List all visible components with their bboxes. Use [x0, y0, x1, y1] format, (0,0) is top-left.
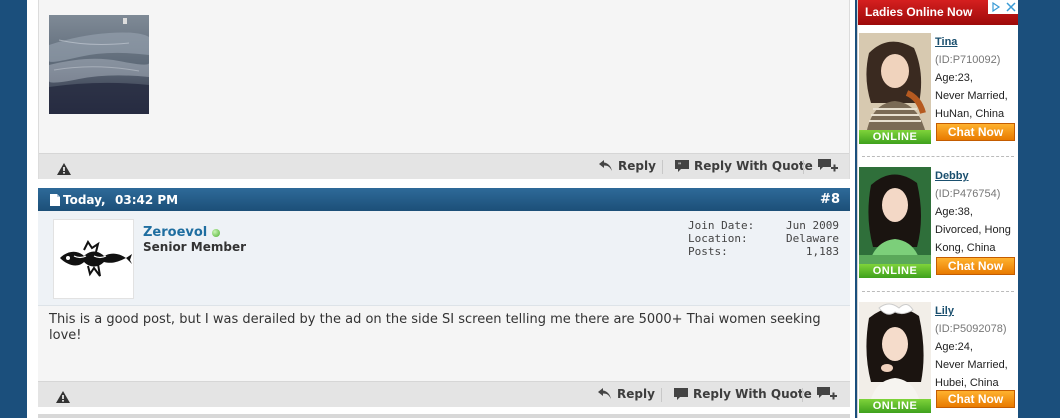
forum-column: Reply " Reply With Quote Today, 03:42 PM… — [27, 0, 855, 418]
reply-with-quote-label: Reply With Quote — [694, 159, 813, 173]
profile-photo[interactable] — [859, 167, 931, 264]
post-action-bar: Reply " Reply With Quote — [39, 153, 849, 179]
reply-button[interactable]: Reply — [598, 387, 655, 401]
multi-quote-button[interactable] — [817, 387, 837, 401]
username-link[interactable]: Zeroevol — [143, 225, 221, 240]
quote-bubble-icon: " — [675, 160, 689, 172]
document-icon — [50, 194, 60, 206]
profile-id: (ID:P710092) — [935, 54, 1001, 66]
post-message: This is a good post, but I was derailed … — [38, 306, 850, 382]
profile-name-link[interactable]: Lily — [935, 302, 1019, 320]
join-date-row: Join Date: Jun 2009 — [688, 219, 839, 232]
post-number-link[interactable]: #8 — [820, 192, 840, 207]
reply-arrow-icon — [598, 388, 611, 399]
profile-location: HuNan, China — [935, 108, 1005, 120]
profile-info: Debby (ID:P476754) Age:38, Divorced, Hon… — [935, 167, 1019, 257]
action-divider — [803, 160, 804, 174]
reply-label: Reply — [618, 159, 656, 173]
action-divider — [662, 160, 663, 174]
avatar[interactable] — [53, 219, 134, 299]
location-row: Location: Delaware — [688, 232, 839, 245]
profile-id: (ID:P476754) — [935, 188, 1001, 200]
profile-info: Tina (ID:P710092) Age:23, Never Married,… — [935, 33, 1019, 123]
previous-post: Reply " Reply With Quote — [38, 0, 850, 179]
ad-profile-card[interactable]: ONLINE Debby (ID:P476754) Age:38, Divorc… — [858, 167, 1018, 295]
online-badge: ONLINE — [859, 264, 931, 278]
reply-with-quote-label: Reply With Quote — [693, 387, 812, 401]
reply-label: Reply — [617, 387, 655, 401]
quote-bubble-icon — [674, 388, 688, 400]
action-divider — [661, 388, 662, 402]
profile-info: Lily (ID:P5092078) Age:24, Never Married… — [935, 302, 1019, 392]
post-image-thumbnail[interactable] — [49, 15, 149, 114]
profile-status: Never Married, — [935, 359, 1008, 371]
user-info-panel: Zeroevol Senior Member Join Date: Jun 20… — [38, 211, 850, 306]
user-stats: Join Date: Jun 2009 Location: Delaware P… — [688, 219, 839, 258]
card-divider — [862, 156, 1014, 157]
profile-photo[interactable] — [859, 33, 931, 130]
ad-profile-card[interactable]: ONLINE Lily (ID:P5092078) Age:24, Never … — [858, 302, 1018, 418]
svg-text:": " — [678, 162, 681, 169]
profile-id: (ID:P5092078) — [935, 323, 1007, 335]
card-divider — [862, 291, 1014, 292]
profile-age: Age:23, — [935, 72, 973, 84]
post-date: Today, — [50, 193, 106, 207]
next-post-edge — [38, 414, 850, 418]
report-post-icon[interactable] — [57, 160, 71, 179]
close-icon[interactable] — [1005, 2, 1016, 12]
profile-age: Age:38, — [935, 206, 973, 218]
online-status-icon — [212, 228, 221, 237]
profile-name-link[interactable]: Tina — [935, 33, 1019, 51]
chat-now-button[interactable]: Chat Now — [936, 257, 1015, 275]
chat-now-button[interactable]: Chat Now — [936, 123, 1015, 141]
chat-now-button[interactable]: Chat Now — [936, 390, 1015, 408]
multi-quote-button[interactable] — [818, 159, 838, 173]
profile-photo[interactable] — [859, 302, 931, 399]
reply-arrow-icon — [599, 160, 612, 171]
ad-controls — [988, 0, 1018, 14]
post8-footer: Reply Reply With Quote — [38, 381, 850, 415]
dating-ad-panel[interactable]: Ladies Online Now ONLINE Tina (ID:P71009… — [857, 0, 1018, 418]
ad-header: Ladies Online Now — [858, 0, 1018, 25]
post-header: Today, 03:42 PM #8 — [38, 188, 850, 211]
online-badge: ONLINE — [859, 130, 931, 144]
posts-row: Posts: 1,183 — [688, 245, 839, 258]
ad-profile-card[interactable]: ONLINE Tina (ID:P710092) Age:23, Never M… — [858, 33, 1018, 161]
reply-with-quote-button[interactable]: " Reply With Quote — [675, 159, 813, 173]
reply-with-quote-button[interactable]: Reply With Quote — [674, 387, 812, 401]
adchoices-icon[interactable] — [991, 2, 1001, 12]
profile-name-link[interactable]: Debby — [935, 167, 1019, 185]
reply-button[interactable]: Reply — [599, 159, 656, 173]
action-divider — [802, 388, 803, 402]
profile-location: Kong, China — [935, 242, 996, 254]
post-time: 03:42 PM — [115, 193, 179, 207]
profile-status: Never Married, — [935, 90, 1008, 102]
multi-quote-icon — [818, 159, 838, 172]
profile-age: Age:24, — [935, 341, 973, 353]
post-action-bar: Reply Reply With Quote — [38, 381, 850, 407]
report-post-icon[interactable] — [56, 388, 70, 407]
profile-status: Divorced, Hong — [935, 224, 1011, 236]
online-badge: ONLINE — [859, 399, 931, 413]
user-title: Senior Member — [143, 240, 247, 254]
multi-quote-icon — [817, 387, 837, 400]
page-background-right — [1018, 0, 1060, 418]
